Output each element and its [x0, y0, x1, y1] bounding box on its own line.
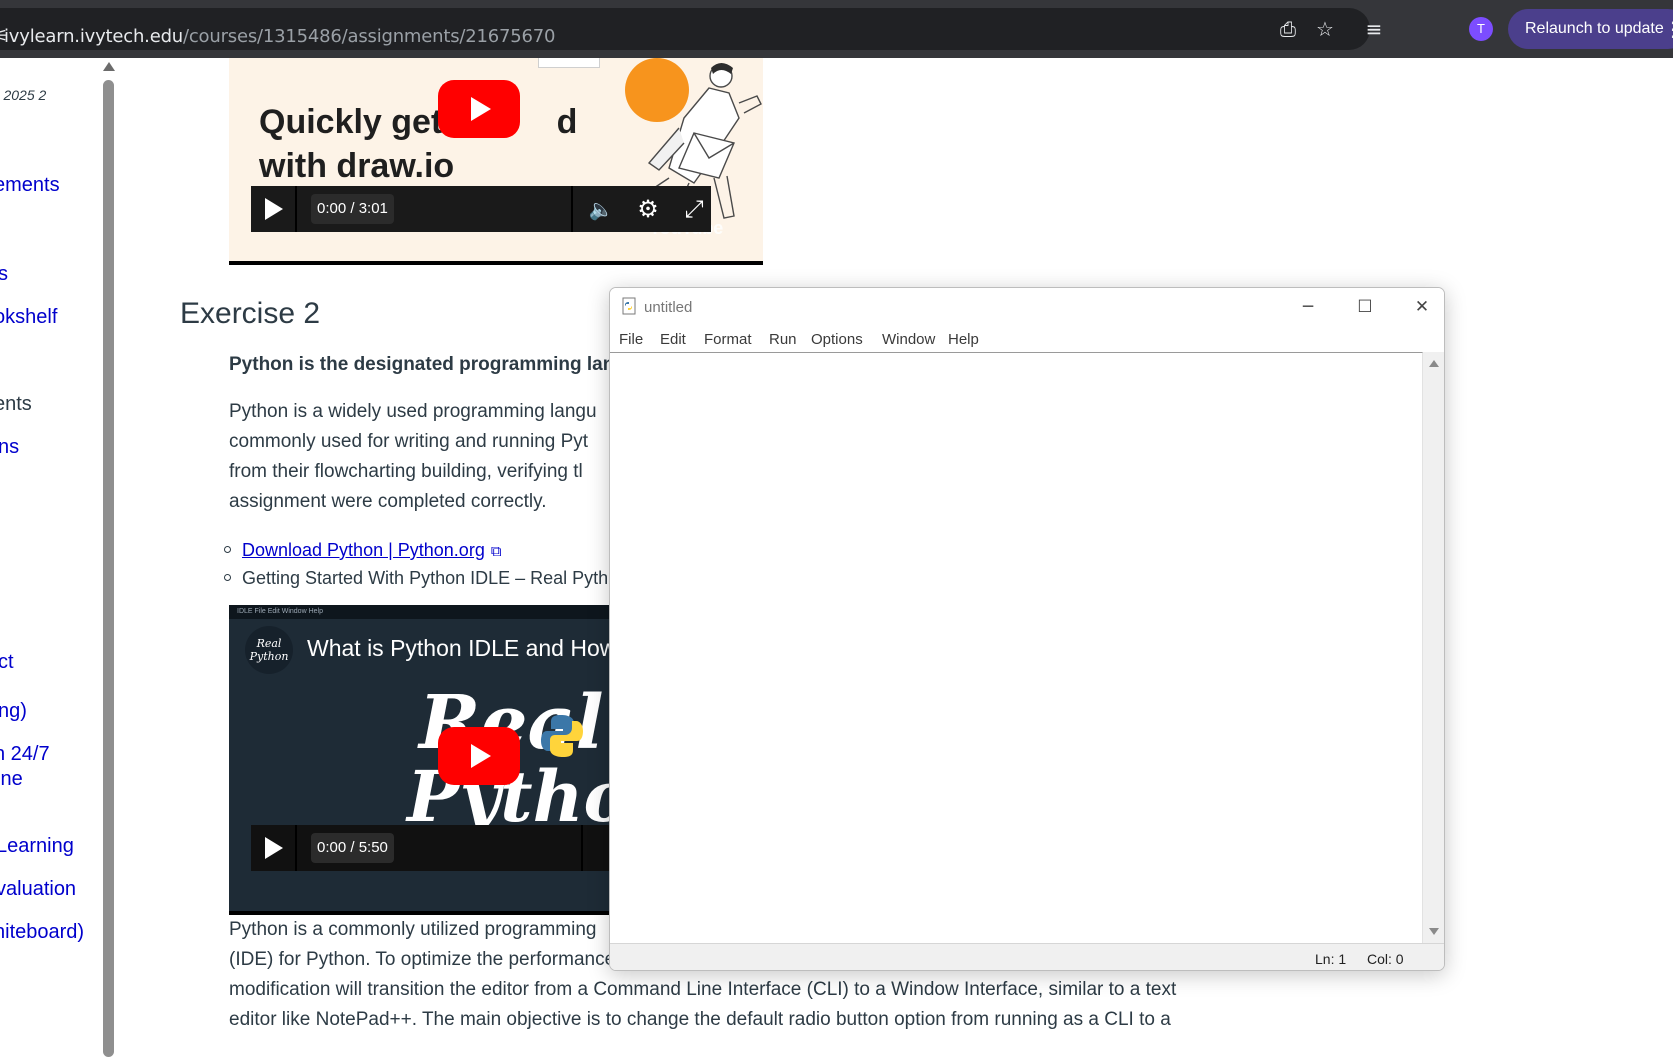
para1-line4: assignment were completed correctly. — [229, 491, 547, 512]
minimize-icon[interactable]: ─ — [1280, 290, 1336, 324]
idle-status-bar: Ln: 1 Col: 0 — [610, 943, 1444, 970]
course-nav: ng 2025 2 ements s okshelf ents ns ct ng… — [0, 58, 100, 1057]
nav-link-tutoring[interactable]: ng) — [0, 698, 27, 724]
video1-volume-icon[interactable]: 🔈 — [586, 194, 616, 224]
address-bar[interactable]: ⚟ ivylearn.ivytech.edu/courses/1315486/a… — [0, 8, 1370, 50]
video1-settings-icon[interactable]: ⚙ — [633, 194, 663, 224]
bullet-marker — [224, 574, 231, 581]
scroll-down-arrow-icon[interactable] — [1429, 928, 1439, 935]
install-app-icon[interactable]: ⎙ — [1276, 17, 1300, 41]
relaunch-button[interactable]: Relaunch to update — [1508, 9, 1673, 49]
para1-line1: Python is a widely used programming lang… — [229, 401, 597, 422]
menu-edit[interactable]: Edit — [660, 331, 686, 348]
menu-window[interactable]: Window — [882, 331, 935, 348]
nav-link-learning[interactable]: Learning — [0, 833, 74, 859]
video1-fullscreen-icon[interactable]: ⤢ — [679, 194, 709, 224]
video1-frame-detail — [538, 58, 600, 68]
nav-link-announcements[interactable]: ements — [0, 172, 60, 198]
video1-sep2 — [571, 186, 573, 232]
menu-file[interactable]: File — [619, 331, 643, 348]
video1-controls: 0:00 / 3:01 🔈 ⚙ ⤢ — [251, 186, 711, 232]
nav-scroll-up-arrow[interactable] — [103, 62, 115, 71]
idle-titlebar[interactable]: untitled ─ ☐ ✕ — [610, 288, 1444, 326]
idle-vertical-scrollbar[interactable] — [1423, 352, 1444, 943]
browser-toolbar: ⚟ ivylearn.ivytech.edu/courses/1315486/a… — [0, 0, 1673, 58]
menu-format[interactable]: Format — [704, 331, 752, 348]
maximize-icon[interactable]: ☐ — [1337, 290, 1393, 324]
nav-link-assignments[interactable]: ents — [0, 391, 32, 417]
youtube-play-button-2[interactable] — [438, 727, 520, 785]
nav-link-modules[interactable]: s — [0, 261, 8, 287]
video2-title: What is Python IDLE and How t — [307, 635, 630, 661]
idle-text-area[interactable] — [610, 352, 1423, 943]
video1-play-icon[interactable] — [265, 198, 283, 220]
profile-avatar[interactable]: T — [1469, 17, 1493, 41]
nav-term-label: ng 2025 2 — [0, 87, 47, 103]
video1-title-tail: d — [556, 103, 578, 141]
idle-editor-window[interactable]: untitled ─ ☐ ✕ File Edit Format Run Opti… — [609, 287, 1445, 971]
para2-line1: Python is a commonly utilized programmin… — [229, 919, 597, 940]
video1-time: 0:00 / 3:01 — [311, 194, 394, 224]
real-python-logo: Real Python — [245, 626, 293, 674]
video1-title: Quickly get sd with draw.io — [259, 100, 577, 188]
url-host: ivylearn.ivytech.edu — [4, 26, 183, 47]
python-logo-icon — [541, 715, 583, 757]
video2-sep2 — [581, 825, 583, 871]
url-text[interactable]: ivylearn.ivytech.edu/courses/1315486/ass… — [4, 27, 555, 47]
nav-link-online[interactable]: ine — [0, 766, 23, 792]
idle-menubar: File Edit Format Run Options Window Help — [610, 326, 1444, 352]
content-bold-intro: Python is the designated programming lan… — [229, 354, 626, 375]
video2-play-icon[interactable] — [265, 837, 283, 859]
exercise-heading: Exercise 2 — [180, 297, 321, 330]
nav-scrollbar[interactable] — [103, 80, 114, 1057]
browser-menu-icon[interactable]: ⋮ — [1663, 17, 1673, 41]
menu-help[interactable]: Help — [948, 331, 979, 348]
external-link-icon: ⧉ — [490, 542, 502, 560]
video-drawio[interactable]: Quickly get sd with draw.io YouTube 0:00… — [229, 58, 763, 265]
scroll-up-arrow-icon[interactable] — [1429, 360, 1439, 367]
nav-link-contact[interactable]: ct — [0, 649, 14, 675]
menu-run[interactable]: Run — [769, 331, 797, 348]
para1-line3: from their flowcharting building, verify… — [229, 461, 583, 482]
media-controls-icon[interactable]: ≡ — [1362, 17, 1386, 41]
video1-sep — [295, 186, 297, 232]
idle-app-icon — [622, 297, 636, 315]
close-icon[interactable]: ✕ — [1394, 290, 1444, 324]
bullet-marker — [224, 546, 231, 553]
para2-line3: modification will transition the editor … — [229, 979, 1177, 1000]
video2-time: 0:00 / 5:50 — [311, 833, 394, 863]
menu-options[interactable]: Options — [811, 331, 863, 348]
nav-link-whiteboard[interactable]: hiteboard) — [0, 919, 84, 945]
list-item: Getting Started With Python IDLE – Real … — [242, 568, 609, 588]
status-column: Col: 0 — [1367, 951, 1404, 967]
download-python-link[interactable]: Download Python | Python.org — [242, 540, 485, 560]
idle-window-title: untitled — [644, 299, 693, 316]
url-path: /courses/1315486/assignments/21675670 — [183, 26, 556, 47]
para1-line2: commonly used for writing and running Py… — [229, 431, 589, 452]
nav-link-discussions[interactable]: ns — [0, 434, 19, 460]
bookmark-star-icon[interactable]: ☆ — [1313, 17, 1337, 41]
nav-link-evaluation[interactable]: valuation — [0, 876, 76, 902]
video2-sep — [295, 825, 297, 871]
status-line: Ln: 1 — [1315, 951, 1347, 967]
para2-line4: editor like NotePad++. The main objectiv… — [229, 1009, 1171, 1030]
video1-title-line2: with draw.io — [259, 147, 455, 185]
nav-link-support-247[interactable]: n 24/7 — [0, 741, 50, 767]
nav-link-bookshelf[interactable]: okshelf — [0, 304, 57, 330]
list-item: Download Python | Python.org ⧉ — [242, 538, 502, 563]
youtube-play-button[interactable] — [438, 80, 520, 138]
